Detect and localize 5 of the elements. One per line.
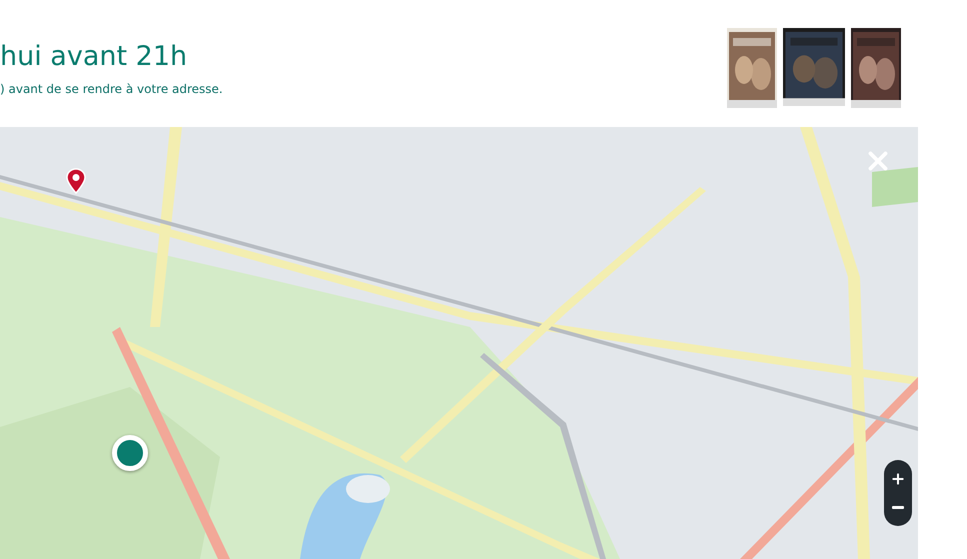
delivery-note: ) avant de se rendre à votre adresse.	[0, 82, 223, 96]
map-pin-icon	[66, 168, 86, 194]
plus-icon	[890, 470, 906, 487]
minus-icon	[892, 506, 904, 509]
delivery-heading: hui avant 21h	[0, 40, 188, 74]
